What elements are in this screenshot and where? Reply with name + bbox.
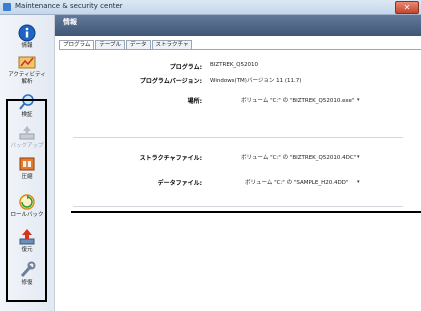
- tab-divider: [59, 49, 421, 50]
- tab-table[interactable]: テーブル: [95, 40, 126, 49]
- annotation-line: [71, 211, 421, 213]
- version-value: Windows(TM)バージョン 11 (11.7): [210, 78, 302, 84]
- activity-icon: [18, 56, 36, 69]
- app-icon: [3, 3, 11, 11]
- data-file-dropdown-arrow[interactable]: ▾: [357, 179, 360, 185]
- main-panel: 情報 プログラム テーブル データ ストラクチャ プログラム: BIZTREK_…: [55, 15, 421, 311]
- page-title: 情報: [63, 18, 77, 26]
- location-value: ボリューム "C:" の "BIZTREK_Q52010.exe": [241, 98, 355, 104]
- version-label: プログラムバージョン:: [139, 78, 202, 85]
- separator: [73, 206, 403, 207]
- structure-file-label: ストラクチャファイル:: [139, 155, 202, 162]
- sidebar-highlight-box: [6, 99, 47, 302]
- close-button[interactable]: ✕: [395, 1, 419, 14]
- separator: [73, 137, 403, 138]
- tab-structure[interactable]: ストラクチャ: [151, 40, 193, 49]
- title-bar: Maintenance & security center ✕: [0, 0, 421, 15]
- tab-data[interactable]: データ: [126, 40, 151, 49]
- location-dropdown-arrow[interactable]: ▾: [357, 97, 360, 103]
- data-file-label: データファイル:: [157, 180, 202, 187]
- program-value: BIZTREK_Q52010: [210, 62, 259, 68]
- sidebar-item-label: アクティビティ 解析: [8, 72, 46, 85]
- window-title: Maintenance & security center: [15, 2, 123, 10]
- sidebar-item-label: 情報: [21, 43, 33, 49]
- program-label: プログラム:: [169, 64, 202, 71]
- sidebar-item-activity[interactable]: アクティビティ 解析: [0, 53, 54, 86]
- tab-bar: プログラム テーブル データ ストラクチャ: [59, 40, 193, 49]
- data-file-value: ボリューム "C:" の "SAMPLE_H20.4DD": [245, 180, 349, 186]
- location-label: 場所:: [187, 98, 202, 105]
- tab-program[interactable]: プログラム: [59, 40, 95, 49]
- info-icon: [18, 24, 36, 42]
- structure-file-value: ボリューム "C:" の "BIZTREK_Q52010.4DC": [241, 155, 357, 161]
- structure-dropdown-arrow[interactable]: ▾: [357, 154, 360, 160]
- section-header: 情報: [55, 15, 421, 36]
- sidebar-item-info[interactable]: 情報: [0, 24, 54, 50]
